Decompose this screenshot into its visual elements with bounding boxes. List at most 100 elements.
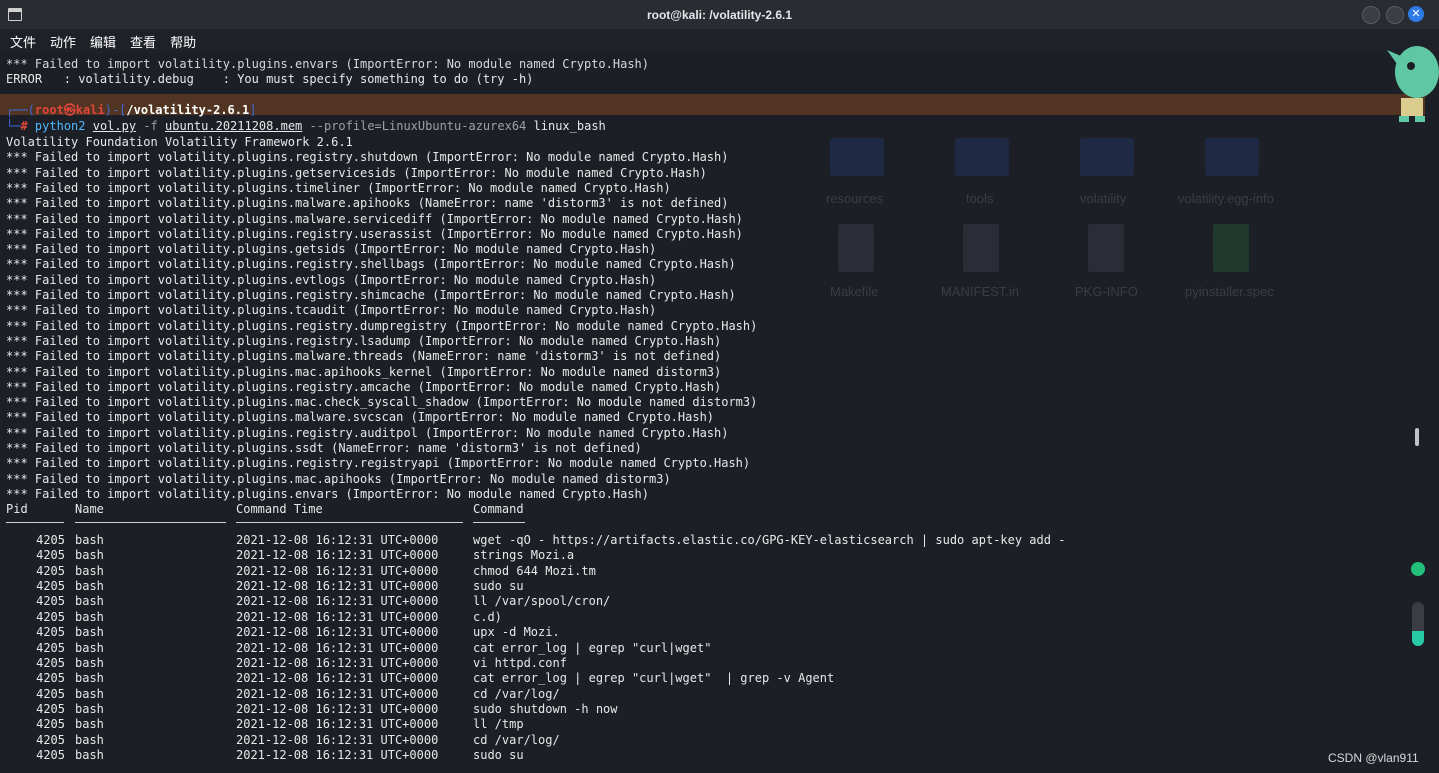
output-line: *** Failed to import volatility.plugins.… [6,349,722,364]
menu-edit[interactable]: 编辑 [90,32,116,51]
cell-name: bash [75,640,104,655]
cell-command: chmod 644 Mozi.tm [473,563,596,578]
output-line: *** Failed to import volatility.plugins.… [6,425,729,440]
close-button[interactable]: ✕ [1408,6,1424,22]
menu-view[interactable]: 查看 [130,32,156,51]
cmd-flag: -f [143,119,158,133]
cell-pid: 4205 [36,640,65,655]
output-line: *** Failed to import volatility.plugins.… [6,379,722,394]
output-line: *** Failed to import volatility.plugins.… [6,57,649,71]
output-line: *** Failed to import volatility.plugins.… [6,303,657,318]
window-title: root@kali: /volatility-2.6.1 [646,7,793,22]
cell-command: ll /tmp [473,717,524,732]
output-line: *** Failed to import volatility.plugins.… [6,410,715,425]
prompt-user: root㉿kali [34,103,105,117]
cell-command: c.d) [473,609,502,624]
prompt-path: /volatility-2.6.1 [126,103,250,117]
cell-command: upx -d Mozi. [473,625,560,640]
col-header-pid: Pid [6,502,28,516]
cell-command: ll /var/spool/cron/ [473,594,611,609]
cell-pid: 4205 [36,717,65,732]
cell-command: vi httpd.conf [473,655,567,670]
output-line: *** Failed to import volatility.plugins.… [6,333,722,348]
cell-command-time: 2021-12-08 16:12:31 UTC+0000 [236,594,439,609]
terminal-output[interactable]: *** Failed to import volatility.plugins.… [0,53,1439,773]
cell-command-time: 2021-12-08 16:12:31 UTC+0000 [236,533,439,547]
cell-pid: 4205 [36,701,65,716]
header-rule [473,522,525,523]
output-line: *** Failed to import volatility.plugins.… [6,486,649,501]
output-line: *** Failed to import volatility.plugins.… [6,196,729,211]
cell-command-time: 2021-12-08 16:12:31 UTC+0000 [236,609,439,624]
cell-pid: 4205 [36,732,65,747]
output-line: *** Failed to import volatility.plugins.… [6,257,736,272]
cell-name: bash [75,655,104,670]
cmd-profile: --profile=LinuxUbuntu-azurex64 [309,119,527,133]
cell-name: bash [75,701,104,716]
output-line: *** Failed to import volatility.plugins.… [6,471,671,486]
col-header-name: Name [75,502,104,516]
terminal-scrollbar-thumb[interactable] [1415,428,1419,446]
cell-command: cat error_log | egrep "curl|wget" [473,640,712,655]
output-line: *** Failed to import volatility.plugins.… [6,441,642,455]
cell-command: cat error_log | egrep "curl|wget" | grep… [473,671,835,686]
cell-command-time: 2021-12-08 16:12:31 UTC+0000 [236,671,439,686]
cmd-plugin: linux_bash [533,119,606,133]
header-rule [6,522,64,523]
mascot-sticker [1387,46,1439,122]
cell-command: sudo shutdown -h now [473,701,618,716]
prompt-hash: # [20,119,28,133]
cell-name: bash [75,747,104,762]
cell-pid: 4205 [36,533,65,547]
cell-pid: 4205 [36,548,65,563]
prompt-line-2: └─# python2 vol.py -f ubuntu.20211208.me… [6,119,606,133]
cell-name: bash [75,609,104,624]
output-line: *** Failed to import volatility.plugins.… [6,288,736,302]
cell-command: strings Mozi.a [473,548,575,563]
output-line: *** Failed to import volatility.plugins.… [6,211,743,226]
cell-command-time: 2021-12-08 16:12:31 UTC+0000 [236,625,439,640]
cell-name: bash [75,579,104,593]
output-line: ERROR : volatility.debug : You must spec… [6,72,534,86]
cell-name: bash [75,671,104,686]
output-line: *** Failed to import volatility.plugins.… [6,150,729,165]
status-dot-icon [1411,562,1425,576]
maximize-button[interactable] [1386,6,1404,24]
output-line: *** Failed to import volatility.plugins.… [6,456,751,471]
cell-pid: 4205 [36,686,65,701]
cell-pid: 4205 [36,747,65,762]
menu-action[interactable]: 动作 [50,32,76,51]
side-level-fill [1412,630,1424,646]
cmd-script: vol.py [92,119,137,133]
cell-name: bash [75,717,104,732]
cell-pid: 4205 [36,563,65,578]
minimize-button[interactable] [1362,6,1380,24]
cell-command: sudo su [473,747,524,762]
cell-command-time: 2021-12-08 16:12:31 UTC+0000 [236,747,439,762]
cell-command-time: 2021-12-08 16:12:31 UTC+0000 [236,655,439,670]
side-level-slider[interactable] [1412,602,1424,646]
output-line: *** Failed to import volatility.plugins.… [6,226,743,241]
cell-command: cd /var/log/ [473,732,560,747]
cell-command-time: 2021-12-08 16:12:31 UTC+0000 [236,579,439,593]
cell-name: bash [75,548,104,563]
output-line: *** Failed to import volatility.plugins.… [6,242,657,257]
col-header-command: Command [473,502,524,516]
menu-help[interactable]: 帮助 [170,32,196,51]
cell-command-time: 2021-12-08 16:12:31 UTC+0000 [236,563,439,578]
output-line: *** Failed to import volatility.plugins.… [6,272,657,287]
menu-bar: 文件 动作 编辑 查看 帮助 [0,29,1439,53]
cell-command-time: 2021-12-08 16:12:31 UTC+0000 [236,686,439,701]
menu-file[interactable]: 文件 [10,32,36,51]
cell-name: bash [75,732,104,747]
cell-pid: 4205 [36,671,65,686]
output-line: *** Failed to import volatility.plugins.… [6,364,722,379]
cell-pid: 4205 [36,609,65,624]
cmd-file: ubuntu.20211208.mem [165,119,303,133]
cell-command-time: 2021-12-08 16:12:31 UTC+0000 [236,701,439,716]
cell-name: bash [75,686,104,701]
cmd-python: python2 [34,119,86,133]
output-line: *** Failed to import volatility.plugins.… [6,180,671,195]
cell-name: bash [75,594,104,609]
col-header-command-time: Command Time [236,502,323,516]
